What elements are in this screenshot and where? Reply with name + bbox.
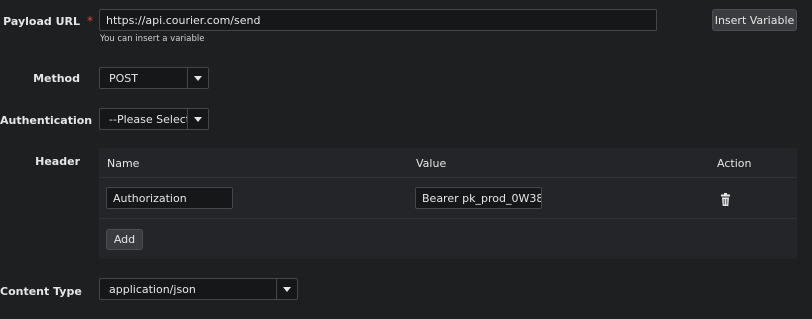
chevron-down-icon[interactable] [187, 68, 208, 88]
chevron-down-icon[interactable] [276, 279, 297, 299]
authentication-selected-value: --Please Select-- [109, 112, 187, 126]
column-header-name: Name [107, 157, 140, 170]
content-type-label: Content Type [0, 285, 82, 298]
header-name-input[interactable]: Authorization [106, 187, 233, 209]
authentication-label: Authentication [0, 114, 93, 127]
add-header-button[interactable]: Add [106, 229, 143, 250]
header-table-head: Name Value Action [99, 148, 797, 178]
trash-icon[interactable] [721, 193, 730, 206]
column-header-action: Action [717, 157, 752, 170]
insert-variable-button[interactable]: Insert Variable [712, 9, 797, 31]
column-header-value: Value [416, 157, 447, 170]
header-label: Header [35, 155, 80, 168]
header-table: Name Value Action Authorization Bearer p… [99, 148, 797, 259]
payload-url-input[interactable]: https://api.courier.com/send [99, 9, 657, 31]
chevron-down-icon[interactable] [187, 109, 208, 129]
required-asterisk: * [87, 14, 93, 28]
content-type-selected-value: application/json [109, 282, 196, 296]
header-value-input[interactable]: Bearer pk_prod_0W3832D [415, 187, 542, 209]
method-selected-value: POST [109, 71, 138, 85]
method-select[interactable]: POST [99, 67, 209, 89]
payload-url-label: Payload URL [3, 15, 80, 28]
payload-url-hint: You can insert a variable [100, 34, 205, 44]
authentication-select[interactable]: --Please Select-- [99, 108, 209, 130]
content-type-select[interactable]: application/json [99, 278, 298, 300]
table-row: Authorization Bearer pk_prod_0W3832D [99, 179, 797, 219]
method-label: Method [33, 72, 80, 85]
